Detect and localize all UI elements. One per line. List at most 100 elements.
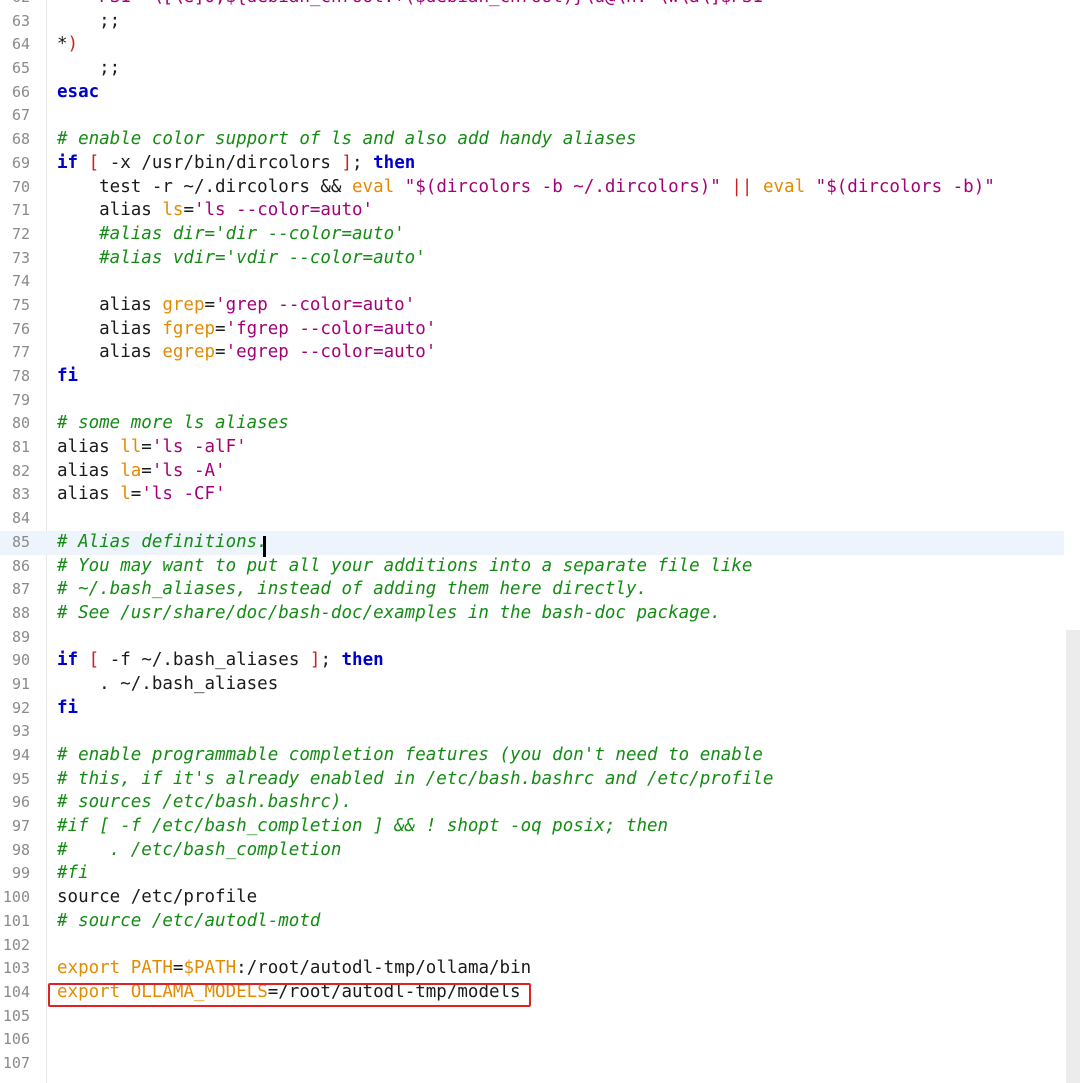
code-line[interactable]: 86 # You may want to put all your additio… (0, 555, 1064, 579)
code-text[interactable]: #if [ -f /etc/bash_completion ] && ! sho… (57, 815, 668, 839)
code-text[interactable]: alias ll='ls -alF' (57, 436, 247, 460)
code-token-keyword: if (57, 152, 79, 173)
code-text[interactable]: # . /etc/bash_completion (57, 839, 341, 863)
code-line[interactable]: 66 esac (0, 81, 1064, 105)
code-text[interactable]: fi (57, 697, 78, 721)
code-text[interactable]: ;; (57, 57, 120, 81)
code-line[interactable]: 96 # sources /etc/bash.bashrc). (0, 791, 1064, 815)
code-line[interactable]: 82 alias la='ls -A' (0, 460, 1064, 484)
line-number: 105 (2, 1006, 30, 1025)
code-line[interactable]: 107 (0, 1052, 1064, 1076)
code-text[interactable]: # ~/.bash_aliases, instead of adding the… (57, 578, 647, 602)
code-text[interactable]: esac (57, 81, 99, 105)
code-line[interactable]: 73 #alias vdir='vdir --color=auto' (0, 247, 1064, 271)
code-token-punct: || (731, 176, 753, 197)
code-line[interactable]: 65 ;; (0, 57, 1064, 81)
code-line[interactable]: 74 (0, 270, 1064, 294)
code-text[interactable]: . ~/.bash_aliases (57, 673, 278, 697)
code-line-current[interactable]: 85 # Alias definitions. (0, 530, 1064, 555)
code-line[interactable]: 87 # ~/.bash_aliases, instead of adding t… (0, 578, 1064, 602)
code-text[interactable]: # enable programmable completion feature… (57, 744, 763, 768)
code-token-plain: ; (320, 650, 342, 671)
code-text[interactable]: #alias dir='dir --color=auto' (57, 223, 405, 247)
line-number: 91 (11, 674, 30, 693)
code-text[interactable]: alias grep='grep --color=auto' (57, 294, 415, 318)
code-text[interactable]: # source /etc/autodl-motd (57, 910, 320, 934)
code-line[interactable]: 100 source /etc/profile (0, 886, 1064, 910)
annotation-highlight-box (48, 983, 531, 1007)
code-line[interactable]: 88 # See /usr/share/doc/bash-doc/examples… (0, 602, 1064, 626)
code-line[interactable]: 83 alias l='ls -CF' (0, 483, 1064, 507)
code-line[interactable]: 92 fi (0, 697, 1064, 721)
code-token-comment: # source /etc/autodl-motd (57, 910, 321, 931)
code-token-punct: ] (341, 152, 353, 173)
code-line[interactable]: 67 (0, 104, 1064, 128)
code-token-comment: # some more ls aliases (57, 413, 289, 434)
code-text[interactable]: alias ls='ls --color=auto' (57, 199, 373, 223)
line-number: 67 (11, 106, 30, 125)
code-line[interactable]: 106 (0, 1028, 1064, 1052)
code-token-comment: # You may want to put all your additions… (57, 555, 753, 576)
code-text[interactable]: if [ -f ~/.bash_aliases ]; then (57, 649, 384, 673)
code-text[interactable]: test -r ~/.dircolors && eval "$(dircolor… (57, 176, 995, 200)
code-line[interactable]: 90 if [ -f ~/.bash_aliases ]; then (0, 649, 1064, 673)
code-line[interactable]: 102 (0, 934, 1064, 958)
code-line[interactable]: 76 alias fgrep='fgrep --color=auto' (0, 318, 1064, 342)
code-line[interactable]: 98 # . /etc/bash_completion (0, 839, 1064, 863)
code-line[interactable]: 71 alias ls='ls --color=auto' (0, 199, 1064, 223)
code-line[interactable]: 89 (0, 626, 1064, 650)
code-token-variable: $PATH (183, 958, 237, 979)
code-editor[interactable]: 62 PS1='\[\e]0;${debian_chroot:+($debian… (0, 0, 1080, 1083)
code-text[interactable]: alias l='ls -CF' (57, 483, 226, 507)
code-token-string: 'fgrep --color=auto' (225, 318, 437, 339)
code-line[interactable]: 80 # some more ls aliases (0, 412, 1064, 436)
code-line[interactable]: 101 # source /etc/autodl-motd (0, 910, 1064, 934)
code-line[interactable]: 105 (0, 1005, 1064, 1029)
line-number: 95 (11, 769, 30, 788)
code-line[interactable]: 84 (0, 507, 1064, 531)
code-text[interactable]: # You may want to put all your additions… (57, 555, 752, 579)
code-text[interactable]: # See /usr/share/doc/bash-doc/examples i… (57, 602, 721, 626)
code-line[interactable]: 75 alias grep='grep --color=auto' (0, 294, 1064, 318)
code-text[interactable]: *) (57, 33, 78, 57)
code-text[interactable]: fi (57, 365, 78, 389)
code-token-plain: ; (352, 152, 374, 173)
code-text[interactable]: export PATH=$PATH:/root/autodl-tmp/ollam… (57, 957, 531, 981)
code-text[interactable]: # enable color support of ls and also ad… (57, 128, 636, 152)
code-text[interactable]: if [ -x /usr/bin/dircolors ]; then (57, 152, 415, 176)
code-line[interactable]: 99 #fi (0, 862, 1064, 886)
code-line[interactable]: 69 if [ -x /usr/bin/dircolors ]; then (0, 152, 1064, 176)
code-text[interactable]: # this, if it's already enabled in /etc/… (57, 768, 773, 792)
code-line[interactable]: 72 #alias dir='dir --color=auto' (0, 223, 1064, 247)
code-line[interactable]: 93 (0, 720, 1064, 744)
code-text[interactable]: source /etc/profile (57, 886, 257, 910)
code-line[interactable]: 79 (0, 389, 1064, 413)
code-line[interactable]: 77 alias egrep='egrep --color=auto' (0, 341, 1064, 365)
code-text[interactable]: # sources /etc/bash.bashrc). (57, 791, 352, 815)
code-line[interactable]: 68 # enable color support of ls and also … (0, 128, 1064, 152)
code-line[interactable]: 81 alias ll='ls -alF' (0, 436, 1064, 460)
code-text[interactable]: # Alias definitions. (57, 531, 268, 555)
code-text[interactable]: #alias vdir='vdir --color=auto' (57, 247, 426, 271)
code-text[interactable]: # some more ls aliases (57, 412, 289, 436)
scrollbar-thumb[interactable] (1066, 630, 1080, 1083)
code-line[interactable]: 97 #if [ -f /etc/bash_completion ] && ! s… (0, 815, 1064, 839)
code-line[interactable]: 91 . ~/.bash_aliases (0, 673, 1064, 697)
editor-lines[interactable]: 62 PS1='\[\e]0;${debian_chroot:+($debian… (0, 0, 1064, 1076)
code-line[interactable]: 62 PS1='\[\e]0;${debian_chroot:+($debian… (0, 0, 1064, 10)
code-line[interactable]: 103 export PATH=$PATH:/root/autodl-tmp/ol… (0, 957, 1064, 981)
code-line[interactable]: 64 *) (0, 33, 1064, 57)
code-text[interactable]: #fi (57, 862, 89, 886)
code-text[interactable]: alias la='ls -A' (57, 460, 226, 484)
code-line[interactable]: 70 test -r ~/.dircolors && eval "$(dirco… (0, 176, 1064, 200)
code-line[interactable]: 95 # this, if it's already enabled in /et… (0, 768, 1064, 792)
line-number: 90 (11, 651, 30, 670)
code-token-comment: # enable programmable completion feature… (57, 745, 763, 765)
code-text[interactable]: alias fgrep='fgrep --color=auto' (57, 318, 436, 342)
code-text[interactable]: alias egrep='egrep --color=auto' (57, 341, 436, 365)
code-line[interactable]: 63 ;; (0, 10, 1064, 34)
code-text[interactable]: PS1='\[\e]0;${debian_chroot:+($debian_ch… (57, 0, 773, 10)
code-text[interactable]: ;; (57, 10, 120, 34)
code-line[interactable]: 94 # enable programmable completion featu… (0, 744, 1064, 768)
code-line[interactable]: 78 fi (0, 365, 1064, 389)
